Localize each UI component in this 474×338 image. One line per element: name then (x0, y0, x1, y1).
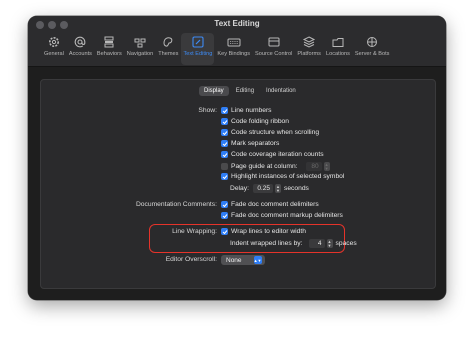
keyboard-icon (227, 35, 241, 49)
toolbar-item-themes[interactable]: Themes (156, 33, 180, 65)
toolbar-item-text-editing[interactable]: Text Editing (181, 33, 215, 65)
toolbar-label-locations: Locations (325, 51, 350, 57)
toolbar-item-accounts[interactable]: Accounts (67, 33, 94, 65)
code-structure-label: Code structure when scrolling (231, 129, 320, 136)
line-numbers-checkbox[interactable] (221, 107, 228, 114)
fade-markup-row[interactable]: Fade doc comment markup delimiters (221, 212, 343, 219)
toolbar-item-navigation[interactable]: Navigation (125, 33, 155, 65)
server-icon (365, 35, 379, 49)
wrap-lines-checkbox[interactable] (221, 228, 228, 235)
indent-wrapped-label: Indent wrapped lines by: (230, 240, 303, 247)
fade-markup-label: Fade doc comment markup delimiters (231, 212, 343, 219)
toolbar-label-navigation: Navigation (126, 51, 154, 57)
toolbar-label-text-editing: Text Editing (183, 51, 213, 57)
editor-overscroll-value: None (226, 256, 242, 264)
indent-wrapped-row: Indent wrapped lines by: 4 ▲ ▼ spaces (230, 239, 357, 248)
toolbar-item-key-bindings[interactable]: Key Bindings (215, 33, 252, 65)
highlight-instances-checkbox[interactable] (221, 173, 228, 180)
line-wrapping-label: Line Wrapping: (172, 228, 217, 235)
preferences-window: Text Editing General Accounts Behaviors (28, 16, 446, 300)
highlight-instances-label: Highlight instances of selected symbol (231, 173, 345, 180)
navigation-icon (133, 35, 147, 49)
segmented-tabs: Display Editing Indentation (199, 86, 303, 96)
highlight-instances-row[interactable]: Highlight instances of selected symbol (221, 173, 344, 180)
toolbar-item-locations[interactable]: Locations (324, 33, 352, 65)
code-structure-row[interactable]: Code structure when scrolling (221, 129, 319, 136)
settings-panel: Display Editing Indentation Show: Line n… (40, 79, 436, 289)
fade-delimiters-label: Fade doc comment delimiters (231, 201, 319, 208)
toolbar-item-platforms[interactable]: Platforms (295, 33, 323, 65)
toolbar-label-themes: Themes (158, 51, 179, 57)
text-editing-icon (191, 35, 205, 49)
delay-unit-label: seconds (283, 185, 309, 192)
title-bar: Text Editing General Accounts Behaviors (28, 16, 446, 67)
editor-overscroll-label: Editor Overscroll: (165, 256, 217, 263)
wrap-lines-row[interactable]: Wrap lines to editor width (221, 228, 306, 235)
editor-overscroll-row: None ▲▼ (221, 255, 265, 265)
source-control-icon (267, 35, 281, 49)
toolbar-label-platforms: Platforms (297, 51, 321, 57)
wrap-lines-label: Wrap lines to editor width (231, 228, 306, 235)
toolbar-label-accounts: Accounts (68, 51, 92, 57)
toolbar-item-general[interactable]: General (42, 33, 66, 65)
tab-editing[interactable]: Editing (231, 86, 259, 96)
line-numbers-label: Line numbers (231, 107, 272, 114)
indent-wrapped-stepper[interactable]: ▲ ▼ (326, 239, 333, 248)
toolbar-label-key-bindings: Key Bindings (217, 51, 251, 57)
toolbar-label-general: General (44, 51, 64, 57)
code-folding-label: Code folding ribbon (231, 118, 289, 125)
toolbar-label-server-bots: Server & Bots (354, 51, 390, 57)
fade-delimiters-row[interactable]: Fade doc comment delimiters (221, 201, 319, 208)
code-folding-checkbox[interactable] (221, 118, 228, 125)
delay-stepper[interactable]: ▲ ▼ (274, 184, 281, 193)
at-icon (73, 35, 87, 49)
toolbar-label-source-control: Source Control (255, 51, 293, 57)
delay-label: Delay: (230, 185, 249, 192)
tab-display[interactable]: Display (199, 86, 229, 96)
tab-indentation[interactable]: Indentation (261, 86, 301, 96)
behaviors-icon (102, 35, 116, 49)
documentation-comments-label: Documentation Comments: (135, 201, 217, 208)
toolbar-label-behaviors: Behaviors (96, 51, 122, 57)
page-guide-column-field[interactable]: 80 (305, 162, 322, 171)
indent-wrapped-field[interactable]: 4 (308, 239, 325, 248)
page-guide-stepper[interactable]: ▲ ▼ (323, 162, 330, 171)
toolbar-item-server-bots[interactable]: Server & Bots (353, 33, 392, 65)
code-folding-row[interactable]: Code folding ribbon (221, 118, 289, 125)
page-guide-checkbox[interactable] (221, 163, 228, 170)
line-numbers-row[interactable]: Line numbers (221, 107, 272, 114)
editor-overscroll-popup[interactable]: None ▲▼ (221, 255, 265, 265)
mark-separators-label: Mark separators (231, 140, 280, 147)
code-coverage-row[interactable]: Code coverage iteration counts (221, 151, 324, 158)
page-guide-label: Page guide at column: (231, 163, 298, 170)
window-title: Text Editing (214, 19, 260, 28)
platforms-icon (302, 35, 316, 49)
page-guide-row[interactable]: Page guide at column: 80 ▲ ▼ (221, 162, 333, 171)
fade-delimiters-checkbox[interactable] (221, 201, 228, 208)
locations-icon (331, 35, 345, 49)
mark-separators-checkbox[interactable] (221, 140, 228, 147)
toolbar-item-source-control[interactable]: Source Control (253, 33, 294, 65)
gear-icon (47, 35, 61, 49)
mark-separators-row[interactable]: Mark separators (221, 140, 279, 147)
code-coverage-label: Code coverage iteration counts (231, 151, 324, 158)
themes-icon (161, 35, 175, 49)
delay-field[interactable]: 0.25 (252, 184, 273, 193)
delay-row: Delay: 0.25 ▲ ▼ seconds (230, 184, 309, 193)
indent-unit-label: spaces (335, 240, 357, 247)
code-structure-checkbox[interactable] (221, 129, 228, 136)
chevron-updown-icon: ▲▼ (253, 256, 262, 264)
show-label: Show: (198, 107, 217, 114)
fade-markup-checkbox[interactable] (221, 212, 228, 219)
toolbar-item-behaviors[interactable]: Behaviors (95, 33, 124, 65)
code-coverage-checkbox[interactable] (221, 151, 228, 158)
preferences-toolbar: General Accounts Behaviors Navigation Th… (42, 33, 392, 65)
